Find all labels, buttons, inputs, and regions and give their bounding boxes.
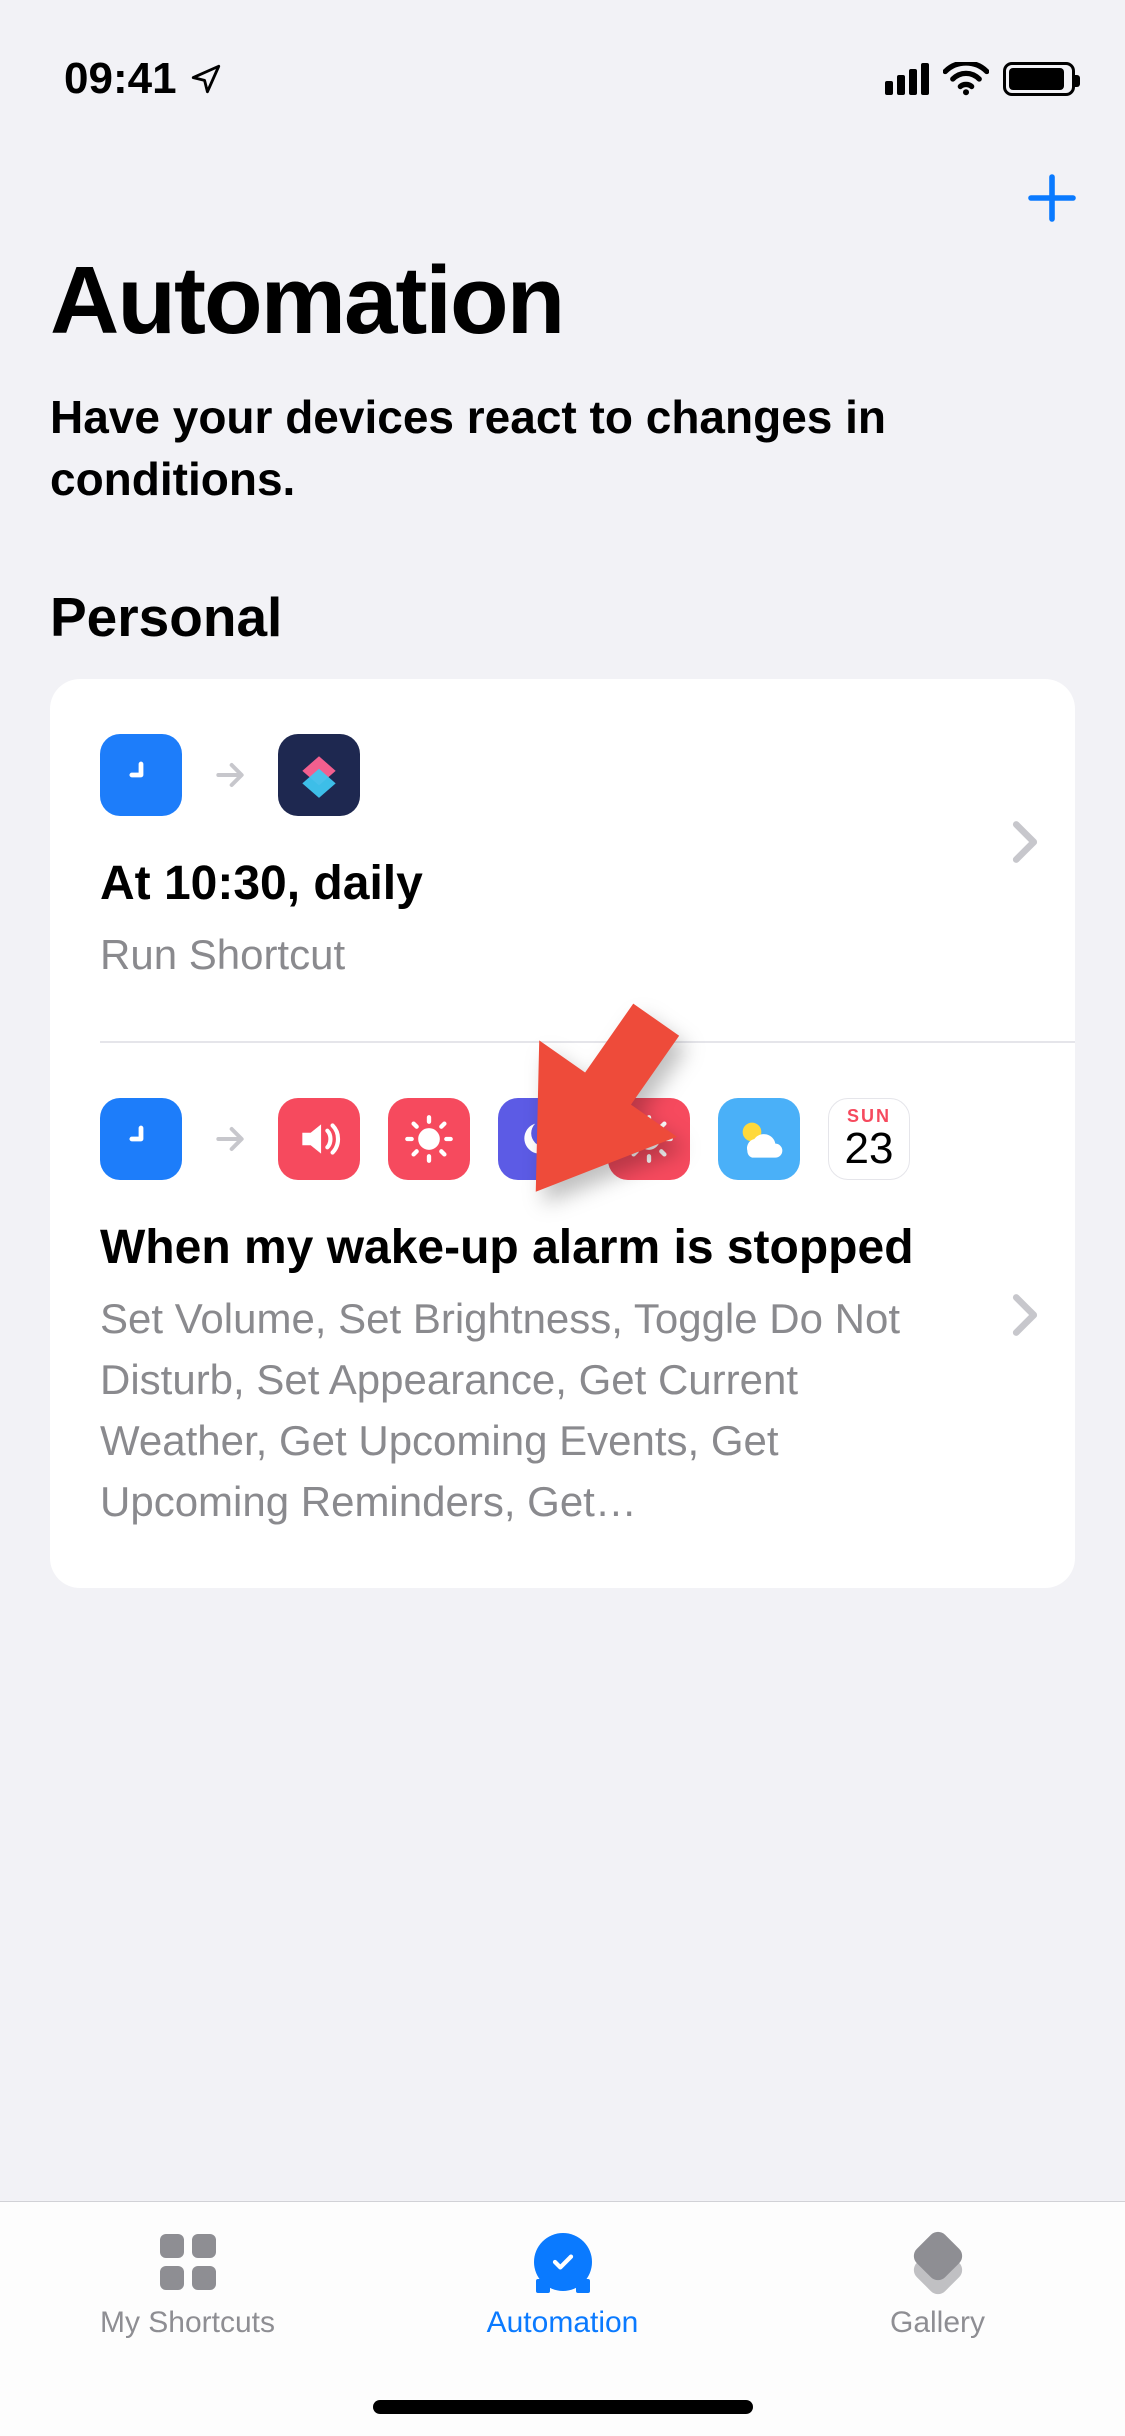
home-indicator (373, 2400, 753, 2414)
status-time: 09:41 (64, 54, 177, 104)
section-heading-personal: Personal (0, 510, 1125, 679)
location-icon (189, 62, 223, 96)
automation-subtitle: Set Volume, Set Brightness, Toggle Do No… (100, 1289, 975, 1533)
chevron-right-icon (1010, 1293, 1040, 1337)
tab-gallery[interactable]: Gallery (750, 2202, 1125, 2436)
automation-icon-strip (100, 734, 1025, 816)
arrow-right-icon (210, 755, 250, 795)
status-left: 09:41 (64, 54, 223, 104)
automation-icon-strip: SUN 23 (100, 1098, 975, 1180)
tab-label: Gallery (890, 2306, 985, 2340)
status-right (885, 62, 1075, 96)
automation-row[interactable]: At 10:30, daily Run Shortcut (50, 679, 1075, 1041)
automation-row[interactable]: SUN 23 When my wake-up alarm is stopped … (100, 1041, 1075, 1588)
header: Automation Have your devices react to ch… (0, 246, 1125, 510)
clock-icon (100, 734, 182, 816)
page-title: Automation (50, 246, 1075, 356)
shortcuts-app-icon (278, 734, 360, 816)
moon-icon (498, 1098, 580, 1180)
automation-title: When my wake-up alarm is stopped (100, 1220, 975, 1275)
automation-title: At 10:30, daily (100, 856, 1025, 911)
tab-label: My Shortcuts (100, 2306, 275, 2340)
nav-bar (0, 120, 1125, 246)
automations-card: At 10:30, daily Run Shortcut (50, 679, 1075, 1587)
automation-tab-icon (531, 2230, 595, 2294)
layers-icon (906, 2230, 970, 2294)
weather-icon (718, 1098, 800, 1180)
automation-subtitle: Run Shortcut (100, 925, 1025, 986)
add-button[interactable] (1024, 170, 1080, 226)
battery-icon (1003, 62, 1075, 96)
calendar-weekday: SUN (847, 1107, 891, 1125)
cellular-icon (885, 63, 929, 95)
brightness-icon (608, 1098, 690, 1180)
tab-label: Automation (487, 2306, 639, 2340)
grid-icon (156, 2230, 220, 2294)
chevron-right-icon (1010, 820, 1040, 864)
clock-icon (100, 1098, 182, 1180)
brightness-icon (388, 1098, 470, 1180)
tab-my-shortcuts[interactable]: My Shortcuts (0, 2202, 375, 2436)
wifi-icon (943, 62, 989, 96)
arrow-right-icon (210, 1119, 250, 1159)
calendar-day: 23 (845, 1127, 894, 1171)
volume-icon (278, 1098, 360, 1180)
status-bar: 09:41 (0, 0, 1125, 120)
plus-icon (1024, 170, 1080, 226)
calendar-icon: SUN 23 (828, 1098, 910, 1180)
page-subtitle: Have your devices react to changes in co… (50, 386, 1075, 510)
